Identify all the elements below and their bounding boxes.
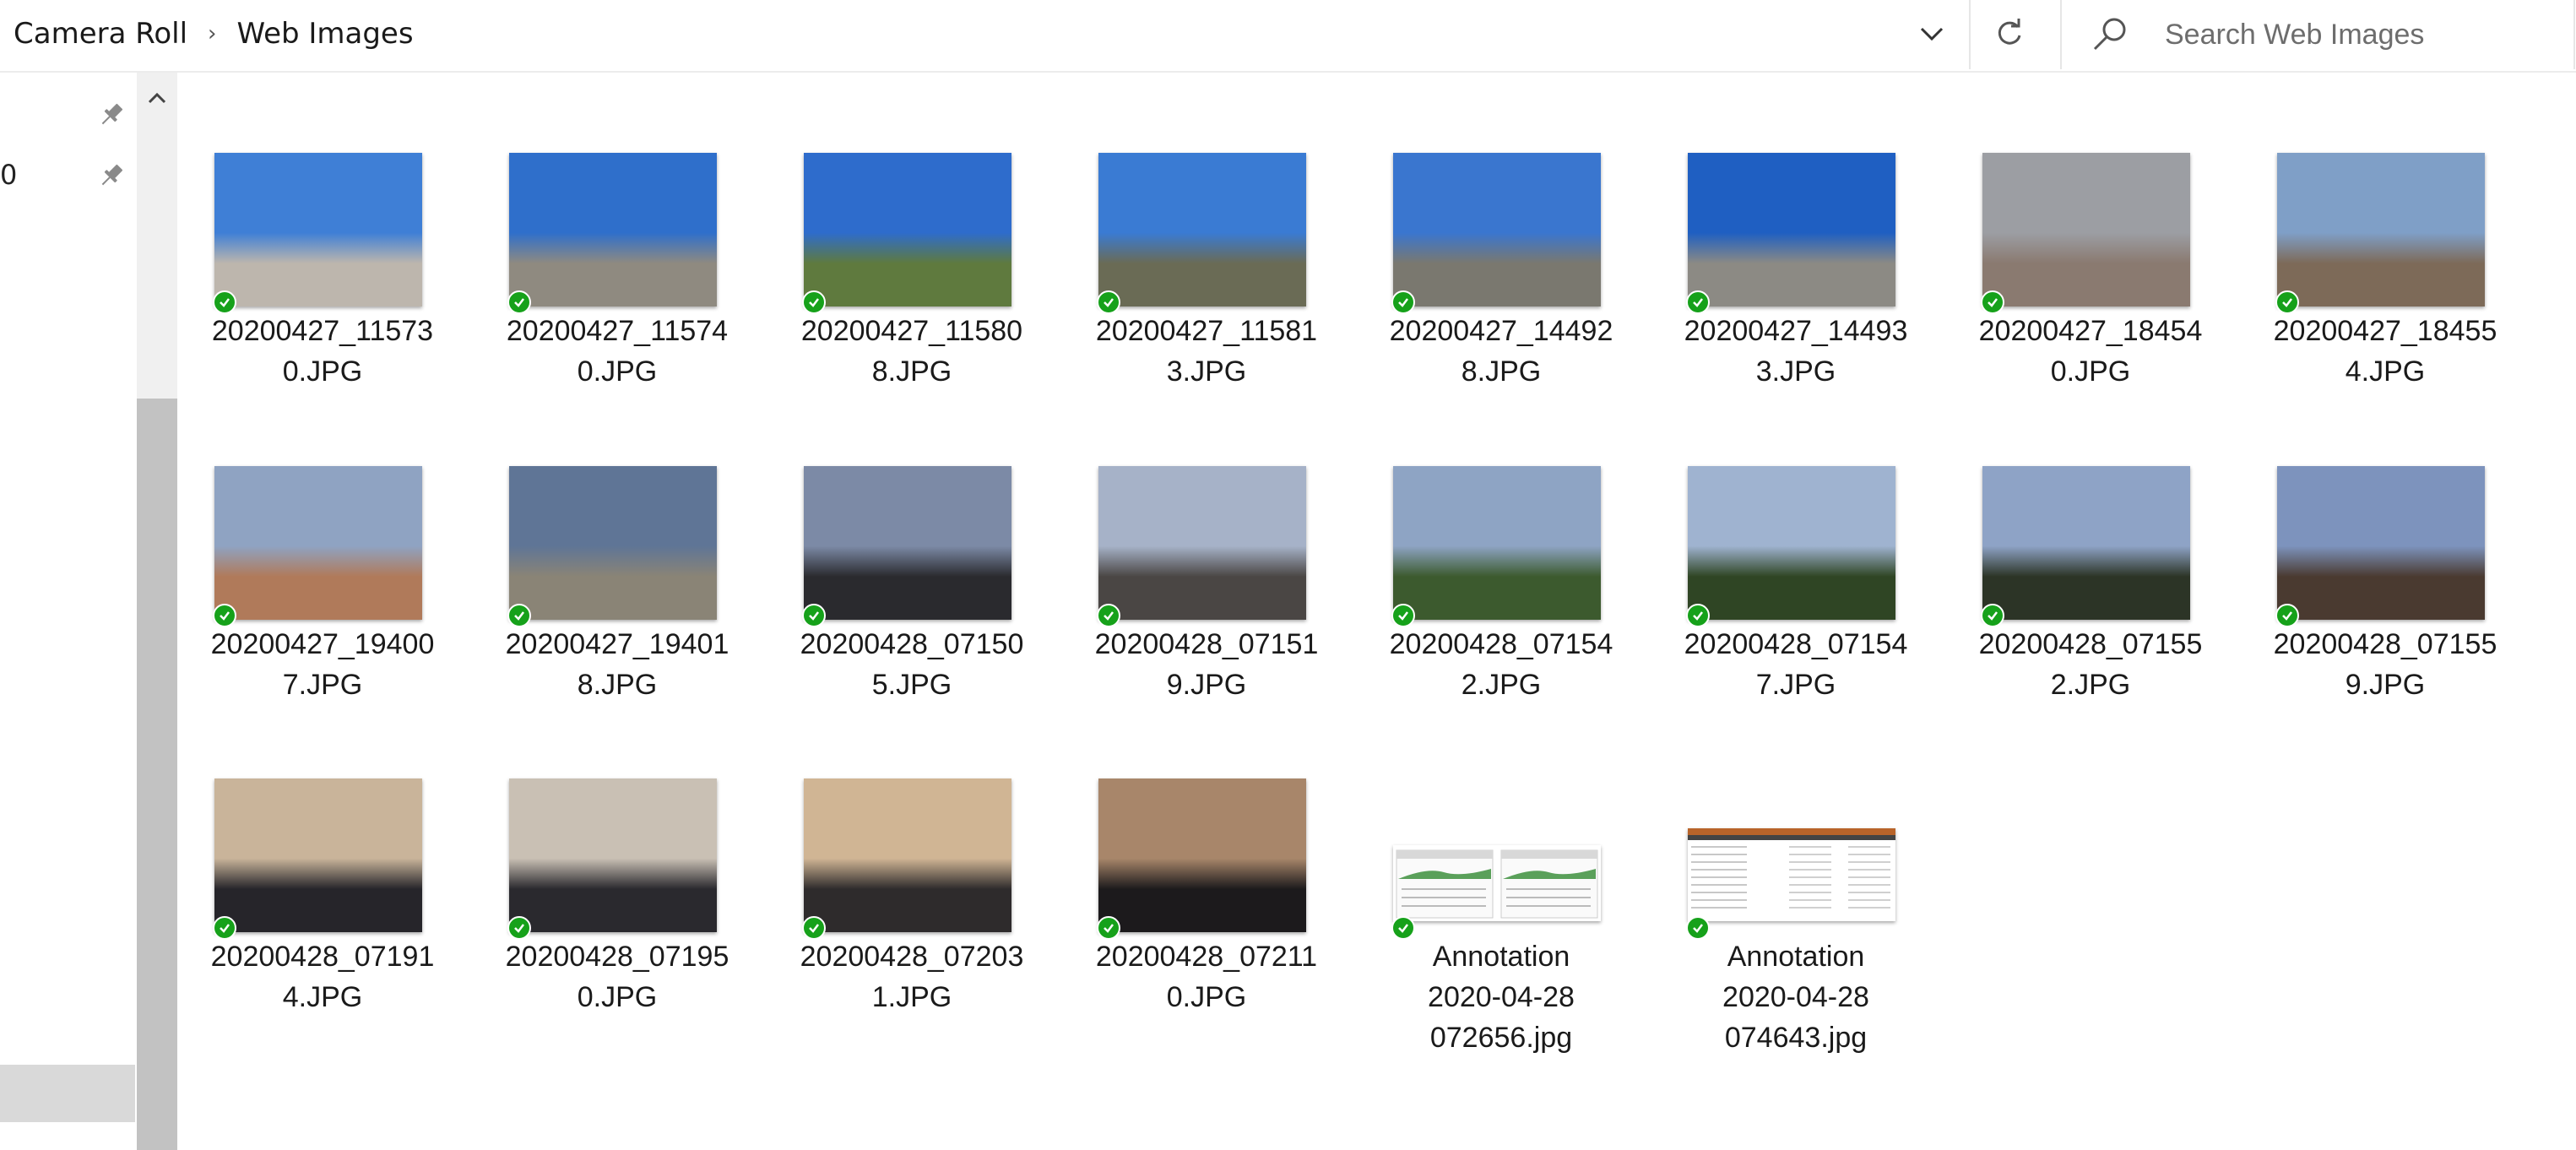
screenshot-preview xyxy=(1688,828,1895,909)
search-input[interactable] xyxy=(2163,12,2555,57)
toolbar-divider xyxy=(1969,0,1971,69)
photo-thumbnail xyxy=(804,153,1011,306)
file-item[interactable]: 20200428_07155 9.JPG xyxy=(2208,386,2497,701)
file-item[interactable]: 20200427_11573 0.JPG xyxy=(145,73,433,388)
photo-thumbnail xyxy=(509,778,717,932)
file-item[interactable]: 20200428_07150 5.JPG xyxy=(735,386,1023,701)
refresh-button[interactable] xyxy=(1972,0,2047,68)
breadcrumb-separator[interactable]: › xyxy=(208,21,216,46)
photo-thumbnail xyxy=(509,466,717,620)
photo-thumbnail xyxy=(1393,153,1601,306)
nav-item-pinned-2[interactable]: 0 xyxy=(0,149,135,203)
photo-thumbnail xyxy=(509,153,717,306)
file-item[interactable]: 20200427_18454 0.JPG xyxy=(1913,73,2202,388)
file-item[interactable]: 20200428_07155 2.JPG xyxy=(1913,386,2202,701)
file-grid: 20200427_11573 0.JPG 20200427_11574 0.JPG 20… xyxy=(179,73,2576,1150)
pin-icon[interactable] xyxy=(96,160,127,191)
photo-thumbnail xyxy=(214,466,422,620)
file-item[interactable]: 20200428_07203 1.JPG xyxy=(735,698,1023,1013)
file-item[interactable]: 20200427_14493 3.JPG xyxy=(1619,73,1907,388)
navigation-pane: 0 xyxy=(0,73,135,1150)
breadcrumb-item-camera-roll[interactable]: Camera Roll xyxy=(14,17,187,51)
photo-thumbnail xyxy=(1982,153,2190,306)
photo-thumbnail xyxy=(214,778,422,932)
file-item[interactable]: 20200428_07195 0.JPG xyxy=(440,698,729,1013)
photo-thumbnail xyxy=(214,153,422,306)
file-name: Annotation 2020-04-28 074643.jpg xyxy=(1619,936,1973,1058)
nav-item-label: 0 xyxy=(0,159,18,191)
refresh-icon xyxy=(1998,19,2021,45)
file-item[interactable]: 20200428_07151 9.JPG xyxy=(1029,386,1318,701)
photo-thumbnail xyxy=(1982,466,2190,620)
photo-thumbnail xyxy=(1688,153,1895,306)
file-item[interactable]: 20200427_11574 0.JPG xyxy=(440,73,728,388)
file-item[interactable]: 20200428_07154 2.JPG xyxy=(1324,386,1613,701)
nav-item-pinned-1[interactable] xyxy=(0,88,135,142)
photo-thumbnail xyxy=(804,778,1011,932)
address-bar: Camera Roll › Web Images xyxy=(0,0,2576,73)
photo-thumbnail xyxy=(1098,153,1306,306)
file-item[interactable]: Annotation 2020-04-28 072656.jpg xyxy=(1324,698,1611,1054)
file-item[interactable]: 20200427_14492 8.JPG xyxy=(1324,73,1613,388)
address-history-button[interactable] xyxy=(1898,0,1966,68)
file-name-line: 2020-04-28 xyxy=(1722,981,1869,1013)
file-name-line: 20200428_07155 xyxy=(2273,628,2497,660)
photo-thumbnail xyxy=(1688,466,1895,620)
file-item[interactable]: 20200427_11581 3.JPG xyxy=(1029,73,1317,388)
file-name-line: 074643.jpg xyxy=(1724,1022,1868,1054)
breadcrumb-item-web-images[interactable]: Web Images xyxy=(236,17,413,51)
photo-thumbnail xyxy=(2277,466,2485,620)
pin-icon[interactable] xyxy=(96,100,127,130)
file-item[interactable]: 20200428_07191 4.JPG xyxy=(145,698,434,1013)
file-item[interactable]: Annotation 2020-04-28 074643.jpg xyxy=(1619,698,1906,1054)
photo-thumbnail xyxy=(1098,778,1306,932)
file-name-line: Annotation xyxy=(1727,941,1865,973)
file-name-line: 20200427_18455 xyxy=(2273,315,2497,347)
breadcrumb: Camera Roll › Web Images xyxy=(14,0,414,68)
file-item[interactable]: 20200427_19401 8.JPG xyxy=(440,386,729,701)
photo-thumbnail xyxy=(2277,153,2485,306)
file-item[interactable]: 20200427_19400 7.JPG xyxy=(145,386,434,701)
file-name-line: 9.JPG xyxy=(2345,669,2426,701)
search-icon xyxy=(2093,18,2126,51)
file-item[interactable]: 20200428_07211 0.JPG xyxy=(1029,698,1317,1013)
file-name: 20200427_18455 4.JPG xyxy=(2208,311,2562,392)
photo-thumbnail xyxy=(804,466,1011,620)
file-item[interactable]: 20200427_18455 4.JPG xyxy=(2208,73,2497,388)
chevron-down-icon xyxy=(1920,27,1944,41)
search-box[interactable] xyxy=(2060,0,2575,69)
photo-thumbnail xyxy=(1098,466,1306,620)
screenshot-preview xyxy=(1396,849,1598,919)
file-item[interactable]: 20200427_11580 8.JPG xyxy=(735,73,1022,388)
file-name: 20200428_07155 9.JPG xyxy=(2208,624,2562,705)
nav-item-selected[interactable] xyxy=(0,1065,135,1122)
file-item[interactable]: 20200428_07154 7.JPG xyxy=(1619,386,1907,701)
document-thumbnail xyxy=(1393,845,1601,921)
photo-thumbnail xyxy=(1393,466,1601,620)
document-thumbnail xyxy=(1688,828,1895,921)
